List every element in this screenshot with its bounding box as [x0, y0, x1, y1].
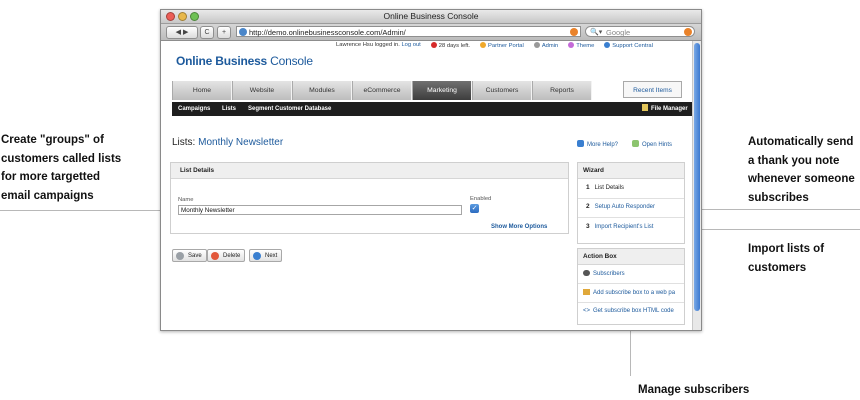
- search-engine-icon[interactable]: 🔍▾: [590, 27, 602, 38]
- divider: [578, 283, 684, 284]
- tab-ecommerce[interactable]: eCommerce: [352, 81, 412, 100]
- wrench-icon: [533, 42, 540, 48]
- add-subscribe-box-link[interactable]: Add subscribe box to a web pa: [583, 289, 679, 296]
- enabled-label: Enabled: [470, 196, 492, 202]
- tab-modules[interactable]: Modules: [292, 81, 352, 100]
- help-links: More Help? Open Hints: [577, 140, 672, 148]
- enabled-checkbox[interactable]: ✓: [470, 204, 479, 213]
- clear-search-icon[interactable]: [684, 28, 692, 36]
- support-icon: [604, 42, 611, 48]
- wizard-step-import-recipients[interactable]: 3 Import Recipient's List: [586, 223, 653, 230]
- show-more-options-link[interactable]: Show More Options: [491, 224, 547, 230]
- folder-icon: [642, 104, 648, 111]
- divider: [578, 302, 684, 303]
- tab-reports[interactable]: Reports: [532, 81, 592, 100]
- callout-import-lists: Import lists of customers: [748, 243, 825, 274]
- support-link[interactable]: Support Central: [604, 42, 653, 49]
- tab-customers[interactable]: Customers: [472, 81, 532, 100]
- window-controls: [166, 12, 199, 21]
- scroll-thumb[interactable]: [694, 43, 700, 311]
- pencil-icon: [583, 289, 590, 295]
- callout-manage-subscribers: Manage subscribers: [638, 384, 750, 396]
- tab-website[interactable]: Website: [232, 81, 292, 100]
- subnav-segment-database[interactable]: Segment Customer Database: [248, 102, 331, 116]
- delete-button[interactable]: Delete: [207, 249, 246, 262]
- search-input[interactable]: 🔍▾ Google: [585, 26, 695, 37]
- app-logo[interactable]: Online Business Console: [176, 54, 313, 68]
- more-help-link[interactable]: More Help?: [577, 140, 618, 148]
- tab-marketing[interactable]: Marketing: [412, 81, 472, 100]
- title-bar: Online Business Console: [161, 10, 701, 24]
- open-hints-link[interactable]: Open Hints: [632, 140, 672, 148]
- admin-link[interactable]: Admin: [533, 42, 558, 49]
- minimize-window-button[interactable]: [178, 12, 187, 21]
- code-icon: <>: [583, 308, 591, 314]
- wizard-step-auto-responder[interactable]: 2 Setup Auto Responder: [586, 203, 655, 210]
- action-box-heading: Action Box: [578, 249, 684, 265]
- action-box-panel: Action Box Subscribers Add subscribe box…: [577, 248, 685, 325]
- palette-icon: [568, 42, 575, 48]
- vertical-scrollbar[interactable]: [692, 41, 701, 330]
- callout-auto-send: Automatically send a thank you note when…: [748, 136, 855, 204]
- next-icon: [253, 252, 261, 260]
- close-window-button[interactable]: [166, 12, 175, 21]
- alert-icon: [430, 42, 437, 48]
- help-icon: [577, 140, 584, 147]
- window-title: Online Business Console: [383, 11, 479, 21]
- trial-status: 28 days left.: [430, 42, 470, 49]
- url-text: http://demo.onlinebusinessconsole.com/Ad…: [249, 28, 406, 37]
- partner-portal-link[interactable]: Partner Portal: [480, 42, 524, 49]
- address-bar[interactable]: http://demo.onlinebusinessconsole.com/Ad…: [236, 26, 581, 37]
- zoom-window-button[interactable]: [190, 12, 199, 21]
- back-forward-button[interactable]: ◀ ▶: [166, 26, 198, 39]
- delete-icon: [211, 252, 219, 260]
- login-status: Lawrence Hsu logged in. Log out: [336, 42, 421, 48]
- subscribers-link[interactable]: Subscribers: [583, 270, 625, 277]
- account-bar: Lawrence Hsu logged in. Log out 28 days …: [336, 42, 653, 49]
- theme-link[interactable]: Theme: [568, 42, 594, 49]
- name-field[interactable]: Monthly Newsletter: [178, 205, 462, 215]
- save-icon: [176, 252, 184, 260]
- logout-link[interactable]: Log out: [401, 42, 420, 48]
- save-button[interactable]: Save: [172, 249, 207, 262]
- name-label: Name: [178, 197, 194, 203]
- next-button[interactable]: Next: [249, 249, 283, 262]
- list-details-heading: List Details: [171, 163, 568, 179]
- wizard-heading: Wizard: [578, 163, 684, 179]
- divider: [578, 217, 684, 218]
- wizard-panel: Wizard 1 List Details 2 Setup Auto Respond…: [577, 162, 685, 244]
- page-content: Lawrence Hsu logged in. Log out 28 days …: [161, 41, 701, 330]
- reload-button[interactable]: C: [200, 26, 214, 39]
- users-icon: [583, 270, 590, 276]
- add-bookmark-button[interactable]: +: [217, 26, 231, 39]
- browser-window: Online Business Console ◀ ▶ C + http://d…: [160, 9, 702, 331]
- subnav-lists[interactable]: Lists: [222, 102, 236, 116]
- wizard-step-list-details[interactable]: 1 List Details: [586, 184, 624, 191]
- main-nav: Home Website Modules eCommerce Marketing…: [172, 81, 682, 100]
- hints-icon: [632, 140, 640, 147]
- search-placeholder: Google: [606, 28, 631, 37]
- page-title: Lists: Monthly Newsletter: [172, 137, 284, 148]
- callout-create-groups: Create "groups" of customers called list…: [1, 134, 122, 202]
- divider: [578, 198, 684, 199]
- globe-icon: [239, 28, 247, 36]
- file-manager-link[interactable]: File Manager: [642, 102, 688, 116]
- subnav-campaigns[interactable]: Campaigns: [178, 102, 210, 116]
- browser-toolbar: ◀ ▶ C + http://demo.onlinebusinessconsol…: [161, 24, 701, 41]
- rss-icon[interactable]: [570, 28, 578, 36]
- subscribe-html-code-link[interactable]: <> Get subscribe box HTML code: [583, 308, 674, 314]
- star-icon: [480, 42, 487, 48]
- tab-home[interactable]: Home: [172, 81, 232, 100]
- sub-nav: Campaigns Lists Segment Customer Databas…: [172, 102, 692, 116]
- recent-items-button[interactable]: Recent Items: [623, 81, 682, 98]
